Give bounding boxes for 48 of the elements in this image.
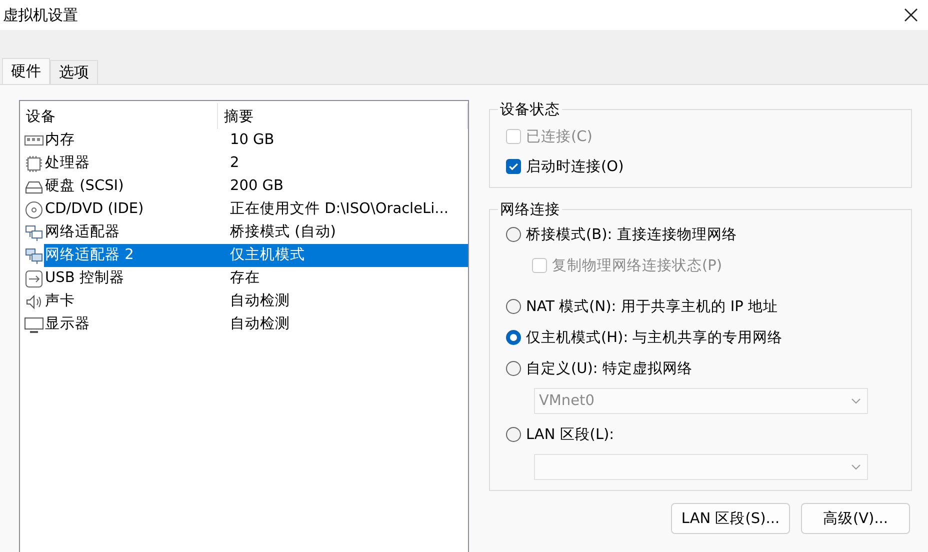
radio-label[interactable]: 仅主机模式(H): 与主机共享的专用网络 (526, 328, 783, 346)
radio-label[interactable]: 桥接模式(B): 直接连接物理网络 (526, 224, 737, 244)
column-header[interactable]: 设备 (20, 103, 218, 129)
device-summary: 2 (229, 154, 240, 173)
close-icon[interactable] (904, 8, 918, 22)
chevron-icon (851, 398, 861, 404)
radio-label[interactable]: LAN 区段(L): (526, 424, 614, 444)
monitor-icon (24, 314, 44, 334)
network-icon (24, 246, 44, 266)
device-summary: 仅主机模式 (222, 244, 468, 267)
tab[interactable]: 选项 (50, 60, 98, 84)
dialog-button[interactable]: LAN 区段(S)... (671, 503, 790, 534)
checkbox[interactable] (506, 158, 521, 174)
device-name[interactable]: 内存 (44, 129, 222, 152)
tab[interactable]: 硬件 (2, 58, 50, 84)
group-title: 网络连接 (499, 201, 561, 219)
group-title: 设备状态 (499, 101, 561, 119)
device-summary: 200 GB (229, 177, 284, 196)
dialog-button[interactable]: 高级(V)... (801, 503, 910, 534)
radio-button[interactable] (506, 426, 521, 442)
network-icon (24, 222, 44, 242)
device-summary: 10 GB (229, 131, 276, 150)
device-summary: 存在 (229, 269, 261, 288)
column-header[interactable]: 摘要 (218, 103, 468, 129)
device-name[interactable]: 网络适配器 (44, 221, 222, 244)
device-name[interactable]: 处理器 (44, 152, 222, 175)
device-name[interactable]: 网络适配器 2 (44, 244, 222, 267)
radio-label[interactable]: 自定义(U): 特定虚拟网络 (526, 358, 692, 378)
device-name[interactable]: USB 控制器 (44, 267, 222, 290)
radio-button[interactable] (506, 298, 521, 314)
chevron-icon (851, 464, 861, 470)
device-summary: 自动检测 (229, 292, 291, 311)
device-name[interactable]: 硬盘 (SCSI) (44, 175, 222, 198)
radio-label[interactable]: NAT 模式(N): 用于共享主机的 IP 地址 (526, 296, 778, 316)
window-title: 虚拟机设置 (3, 6, 78, 24)
radio-button[interactable] (506, 226, 521, 242)
chip-icon (24, 154, 44, 174)
device-summary: 桥接模式 (自动) (229, 223, 337, 242)
device-summary: 正在使用文件 D:\ISO\OracleLi... (229, 200, 450, 219)
checkbox-label[interactable]: 启动时连接(O) (526, 156, 624, 176)
device-name[interactable]: 显示器 (44, 313, 222, 336)
radio-button[interactable] (506, 330, 521, 344)
device-summary: 自动检测 (229, 315, 291, 334)
device-name[interactable]: 声卡 (44, 290, 222, 313)
disc-icon (24, 200, 44, 220)
device-name[interactable]: CD/DVD (IDE) (44, 198, 222, 221)
radio-button[interactable] (506, 360, 521, 376)
usb-icon (24, 268, 44, 288)
